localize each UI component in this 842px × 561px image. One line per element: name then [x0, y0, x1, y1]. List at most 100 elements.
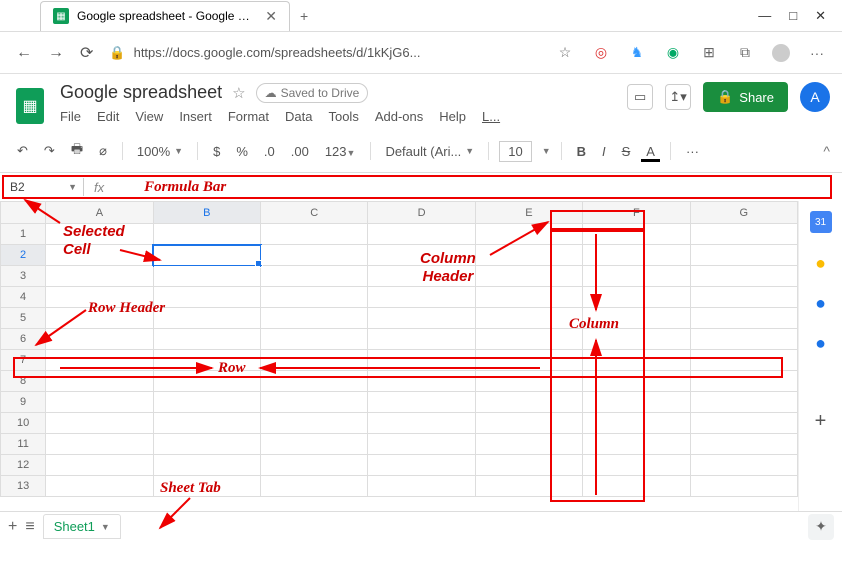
cell[interactable] [583, 329, 690, 350]
cell[interactable] [368, 476, 475, 497]
cell[interactable] [583, 476, 690, 497]
column-header[interactable]: B [153, 202, 260, 224]
extension-icon-2[interactable]: ♞ [628, 44, 646, 62]
cell[interactable] [368, 329, 475, 350]
bold-button[interactable]: B [572, 140, 591, 163]
cell[interactable] [153, 413, 260, 434]
profile-icon[interactable] [772, 44, 790, 62]
all-sheets-button[interactable]: ≡ [25, 518, 34, 536]
row-header[interactable]: 8 [1, 371, 46, 392]
cell[interactable] [368, 287, 475, 308]
add-sheet-button[interactable]: + [8, 518, 17, 536]
cell[interactable] [261, 476, 368, 497]
avatar[interactable]: A [800, 82, 830, 112]
cell[interactable] [368, 224, 475, 245]
cell[interactable] [690, 245, 797, 266]
forward-button[interactable]: → [48, 44, 64, 62]
cell[interactable] [261, 455, 368, 476]
cell[interactable] [475, 308, 582, 329]
cell[interactable] [46, 329, 153, 350]
tasks-rail-icon[interactable]: ● [811, 293, 831, 313]
menu-item-tools[interactable]: Tools [328, 109, 358, 124]
cell[interactable] [583, 308, 690, 329]
cell[interactable] [46, 245, 153, 266]
cell[interactable] [368, 371, 475, 392]
cell[interactable] [690, 266, 797, 287]
cell[interactable] [153, 434, 260, 455]
cell[interactable] [153, 371, 260, 392]
cell[interactable] [690, 434, 797, 455]
cell[interactable] [690, 371, 797, 392]
cell[interactable] [475, 455, 582, 476]
cell[interactable] [583, 413, 690, 434]
row-header[interactable]: 9 [1, 392, 46, 413]
menu-item-file[interactable]: File [60, 109, 81, 124]
cell[interactable] [475, 245, 582, 266]
cell[interactable] [261, 350, 368, 371]
browser-tab[interactable]: ▦ Google spreadsheet - Google She ✕ [40, 1, 290, 31]
print-button[interactable]: 🖶 [66, 136, 88, 166]
cell[interactable] [475, 434, 582, 455]
close-tab-icon[interactable]: ✕ [265, 8, 277, 25]
cell[interactable] [368, 434, 475, 455]
row-header[interactable]: 12 [1, 455, 46, 476]
extension-icon-3[interactable]: ◉ [664, 44, 682, 62]
cell[interactable] [368, 455, 475, 476]
cell[interactable] [690, 350, 797, 371]
menu-item-addons[interactable]: Add-ons [375, 109, 423, 124]
cell[interactable] [153, 392, 260, 413]
cell[interactable] [261, 434, 368, 455]
cell[interactable] [261, 245, 368, 266]
row-header[interactable]: 4 [1, 287, 46, 308]
cell[interactable] [583, 287, 690, 308]
column-header[interactable]: E [475, 202, 582, 224]
cell[interactable] [690, 413, 797, 434]
cell[interactable] [583, 266, 690, 287]
cell[interactable] [475, 392, 582, 413]
cell[interactable] [475, 476, 582, 497]
new-tab-button[interactable]: + [300, 8, 308, 24]
explore-button[interactable]: ✦ [808, 514, 834, 540]
row-header[interactable]: 6 [1, 329, 46, 350]
maximize-button[interactable]: □ [789, 8, 797, 24]
font-select[interactable]: Default (Ari...▼ [381, 142, 478, 161]
share-button[interactable]: 🔒 Share [703, 82, 788, 112]
reload-button[interactable]: ⟳ [80, 43, 93, 63]
cell[interactable] [690, 476, 797, 497]
cell[interactable] [153, 476, 260, 497]
cell[interactable] [46, 476, 153, 497]
extension-icon-4[interactable]: ⊞ [700, 44, 718, 62]
cell[interactable] [690, 308, 797, 329]
cell[interactable] [261, 329, 368, 350]
menu-item-view[interactable]: View [135, 109, 163, 124]
cell[interactable] [153, 266, 260, 287]
cell[interactable] [153, 245, 260, 266]
text-color-button[interactable]: A [641, 140, 660, 162]
currency-button[interactable]: $ [208, 140, 225, 163]
row-header[interactable]: 10 [1, 413, 46, 434]
toolbar-more-button[interactable]: ··· [681, 140, 704, 163]
contacts-rail-icon[interactable]: ● [811, 333, 831, 353]
cell[interactable] [261, 413, 368, 434]
cell[interactable] [368, 245, 475, 266]
select-all-cell[interactable] [1, 202, 46, 224]
cell[interactable] [261, 266, 368, 287]
row-header[interactable]: 13 [1, 476, 46, 497]
row-header[interactable]: 1 [1, 224, 46, 245]
row-header[interactable]: 11 [1, 434, 46, 455]
menu-item-insert[interactable]: Insert [179, 109, 212, 124]
cell[interactable] [475, 287, 582, 308]
cell[interactable] [583, 455, 690, 476]
cell[interactable] [46, 308, 153, 329]
cell[interactable] [475, 224, 582, 245]
cell[interactable] [475, 329, 582, 350]
cell[interactable] [583, 434, 690, 455]
cell[interactable] [46, 287, 153, 308]
cell[interactable] [153, 287, 260, 308]
cell[interactable] [46, 413, 153, 434]
cell[interactable] [368, 392, 475, 413]
cell[interactable] [368, 350, 475, 371]
row-header[interactable]: 3 [1, 266, 46, 287]
cell[interactable] [46, 350, 153, 371]
increase-decimal-button[interactable]: .00 [286, 140, 314, 163]
